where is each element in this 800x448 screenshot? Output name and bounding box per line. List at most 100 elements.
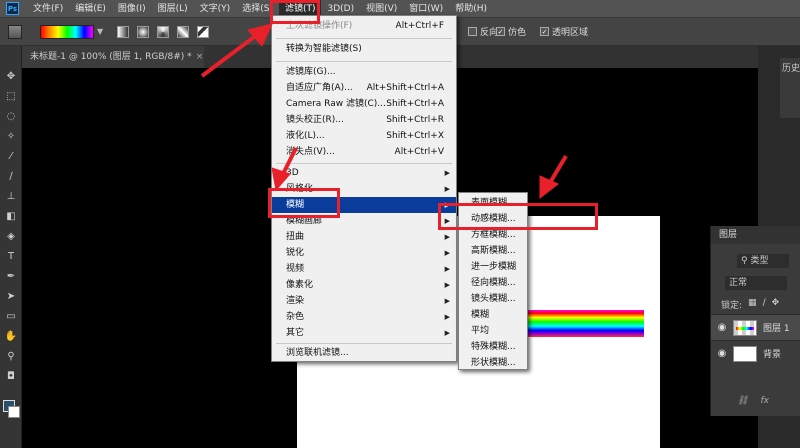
reflected-gradient-button[interactable]	[177, 25, 190, 38]
submenu-item-radial-blur[interactable]: 径向模糊...	[459, 275, 527, 291]
menu-item-label: 杂色	[286, 312, 305, 322]
move-tool-icon[interactable]: ✥	[4, 70, 18, 84]
transparency-checkbox[interactable]: ✓	[540, 27, 549, 36]
transparency-option[interactable]: ✓ 透明区域	[540, 25, 588, 38]
dither-option[interactable]: ✓ 仿色	[496, 25, 526, 38]
menu-item-adaptive-wide-angle[interactable]: 自适应广角(A)... Alt+Shift+Ctrl+A	[272, 80, 456, 96]
brush-tool-icon[interactable]: ∕	[4, 170, 18, 184]
menu-item-camera-raw[interactable]: Camera Raw 滤镜(C)... Shift+Ctrl+A	[272, 96, 456, 112]
pen-tool-icon[interactable]: ✒	[4, 270, 18, 284]
submenu-item-gaussian-blur[interactable]: 高斯模糊...	[459, 243, 527, 259]
menu-item-shortcut: Alt+Ctrl+V	[394, 147, 444, 157]
submenu-item-smart-blur[interactable]: 特殊模糊...	[459, 339, 527, 355]
layer-filter-label: 类型	[750, 256, 769, 266]
menu-item-label: 扭曲	[286, 232, 305, 242]
layer-row[interactable]: ◉ 背景	[711, 340, 800, 366]
chevron-down-icon[interactable]: ▼	[97, 27, 103, 36]
type-tool-icon[interactable]: T	[4, 250, 18, 264]
lock-image-icon[interactable]: ∕	[763, 298, 766, 311]
submenu-item-average[interactable]: 平均	[459, 323, 527, 339]
layer-thumbnail	[733, 345, 757, 362]
lock-label: 锁定:	[721, 301, 743, 311]
menu-item-shortcut: Alt+Shift+Ctrl+A	[366, 83, 444, 93]
dither-checkbox[interactable]: ✓	[496, 27, 505, 36]
history-panel-tab[interactable]: 历史	[780, 58, 800, 118]
menu-item-noise[interactable]: 杂色 ▶	[272, 309, 456, 325]
submenu-item-blur-more[interactable]: 进一步模糊	[459, 259, 527, 275]
menu-item-label: 3D	[286, 168, 299, 178]
radial-gradient-button[interactable]	[137, 25, 150, 38]
menu-item-render[interactable]: 渲染 ▶	[272, 293, 456, 309]
layer-row[interactable]: ◉ 图层 1	[711, 314, 800, 340]
menu-item-pixelate[interactable]: 像素化 ▶	[272, 277, 456, 293]
menu-item-liquify[interactable]: 液化(L)... Shift+Ctrl+X	[272, 128, 456, 144]
submenu-arrow-icon: ▶	[444, 265, 450, 273]
menu-item-filter-gallery[interactable]: 滤镜库(G)...	[272, 64, 456, 80]
menu-item-shortcut: Shift+Ctrl+A	[386, 99, 444, 109]
menu-item-label: 像素化	[286, 280, 314, 290]
menu-item-label: Camera Raw 滤镜(C)...	[286, 99, 386, 109]
link-layers-icon[interactable]: ⛓	[737, 396, 748, 406]
menu-item-other[interactable]: 其它 ▶	[272, 325, 456, 341]
menu-item-label: 锐化	[286, 248, 305, 258]
submenu-item-lens-blur[interactable]: 镜头模糊...	[459, 291, 527, 307]
menu-item-convert-smart-filter[interactable]: 转换为智能滤镜(S)	[272, 41, 456, 57]
layer-filter-select[interactable]: ⚲ 类型	[737, 254, 789, 268]
menu-item-vanishing-point[interactable]: 消失点(V)... Alt+Ctrl+V	[272, 144, 456, 160]
menu-edit[interactable]: 编辑(E)	[69, 0, 112, 18]
eyedropper-tool-icon[interactable]: ⁄	[4, 150, 18, 164]
lock-position-icon[interactable]: ✥	[772, 298, 780, 311]
menu-item-3d[interactable]: 3D ▶	[272, 165, 456, 181]
menu-file[interactable]: 文件(F)	[27, 0, 69, 18]
menu-separator	[276, 343, 452, 344]
stamp-tool-icon[interactable]: ⊥	[4, 190, 18, 204]
gradient-tool-icon[interactable]: ◈	[4, 230, 18, 244]
menu-image[interactable]: 图像(I)	[112, 0, 152, 18]
menu-item-distort[interactable]: 扭曲 ▶	[272, 229, 456, 245]
submenu-arrow-icon: ▶	[444, 169, 450, 177]
diamond-gradient-button[interactable]	[197, 25, 210, 38]
marquee-tool-icon[interactable]: ⬚	[4, 90, 18, 104]
hand-tool-icon[interactable]: ✋	[4, 330, 18, 344]
menu-layer[interactable]: 图层(L)	[152, 0, 194, 18]
zoom-tool-icon[interactable]: ⚲	[4, 350, 18, 364]
menu-type[interactable]: 文字(Y)	[194, 0, 237, 18]
eye-icon[interactable]: ◉	[711, 348, 733, 359]
menu-separator	[276, 38, 452, 39]
quick-mask-icon[interactable]: ◘	[4, 370, 18, 384]
submenu-arrow-icon: ▶	[444, 233, 450, 241]
path-select-tool-icon[interactable]: ➤	[4, 290, 18, 304]
menu-item-shortcut: Alt+Ctrl+F	[395, 21, 444, 31]
submenu-item-blur[interactable]: 模糊	[459, 307, 527, 323]
close-icon[interactable]: ×	[196, 52, 204, 62]
blend-mode-select[interactable]: 正常	[725, 276, 787, 290]
fx-button[interactable]: fx	[760, 396, 769, 406]
background-color-swatch[interactable]	[8, 406, 20, 418]
lasso-tool-icon[interactable]: ◌	[4, 110, 18, 124]
reverse-option[interactable]: 反向	[468, 25, 498, 38]
menu-item-label: 镜头校正(R)...	[286, 115, 344, 125]
gradient-preview-swatch[interactable]	[40, 24, 94, 39]
rainbow-gradient-stripe	[524, 310, 644, 337]
tool-preset-picker[interactable]	[8, 24, 22, 39]
shape-tool-icon[interactable]: ▭	[4, 310, 18, 324]
magic-wand-tool-icon[interactable]: ✧	[4, 130, 18, 144]
eye-icon[interactable]: ◉	[711, 322, 733, 333]
reverse-checkbox[interactable]	[468, 27, 477, 36]
eraser-tool-icon[interactable]: ◧	[4, 210, 18, 224]
menu-item-sharpen[interactable]: 锐化 ▶	[272, 245, 456, 261]
linear-gradient-button[interactable]	[117, 25, 130, 38]
submenu-item-shape-blur[interactable]: 形状模糊...	[459, 355, 527, 371]
annotation-arrow-to-motion-blur	[546, 154, 568, 188]
menu-item-video[interactable]: 视频 ▶	[272, 261, 456, 277]
menu-item-label: 视频	[286, 264, 305, 274]
lock-row: 锁定: ▦ ∕ ✥	[721, 298, 779, 311]
menu-item-label: 其它	[286, 328, 305, 338]
angle-gradient-button[interactable]	[157, 25, 170, 38]
menu-item-browse-online-filters[interactable]: 浏览联机滤镜...	[272, 345, 456, 361]
document-tab[interactable]: 未标题-1 @ 100% (图层 1, RGB/8#) * ×	[22, 46, 204, 68]
lock-transparency-icon[interactable]: ▦	[748, 298, 757, 311]
submenu-arrow-icon: ▶	[444, 281, 450, 289]
menu-item-lens-correction[interactable]: 镜头校正(R)... Shift+Ctrl+R	[272, 112, 456, 128]
layers-panel-tab[interactable]: 图层	[711, 226, 800, 244]
